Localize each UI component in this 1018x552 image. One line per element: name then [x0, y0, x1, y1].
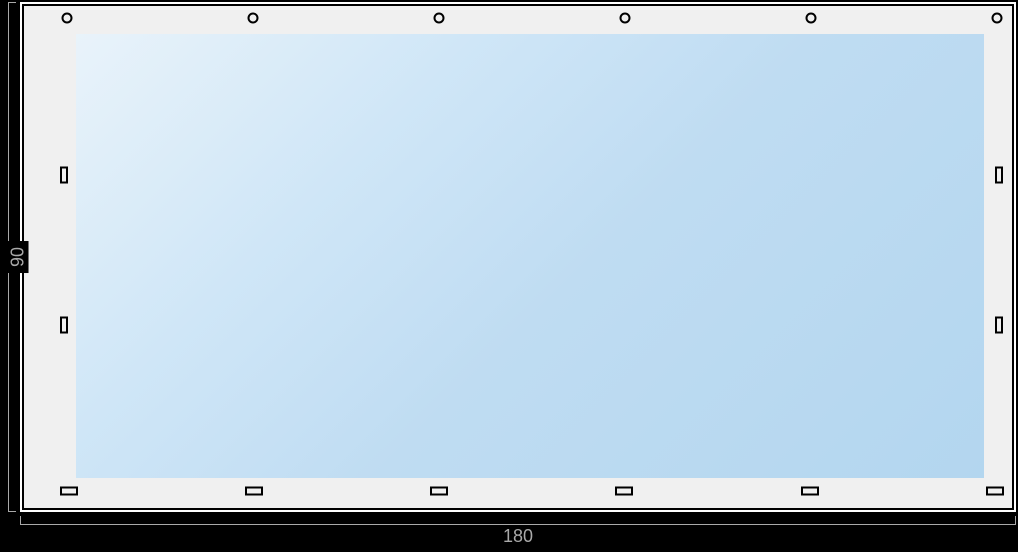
rect-fastener	[245, 487, 263, 496]
circle-fastener	[620, 13, 631, 24]
rect-fastener	[60, 487, 78, 496]
circle-fastener	[248, 13, 259, 24]
circle-fastener	[62, 13, 73, 24]
rect-fastener	[986, 487, 1004, 496]
circle-fastener	[806, 13, 817, 24]
dimension-width-label: 180	[497, 526, 539, 547]
dimension-height-label: 90	[8, 241, 29, 273]
diagram-stage: 90 180	[0, 0, 1018, 552]
circle-fastener	[434, 13, 445, 24]
rect-fastener	[60, 317, 68, 334]
rect-fastener	[801, 487, 819, 496]
rect-fastener	[430, 487, 448, 496]
rect-fastener	[995, 167, 1003, 184]
glass-pane	[76, 34, 984, 478]
dimension-width: 180	[20, 516, 1016, 540]
circle-fastener	[992, 13, 1003, 24]
rect-fastener	[615, 487, 633, 496]
rect-fastener	[995, 317, 1003, 334]
dimension-height: 90	[0, 2, 20, 512]
rect-fastener	[60, 167, 68, 184]
